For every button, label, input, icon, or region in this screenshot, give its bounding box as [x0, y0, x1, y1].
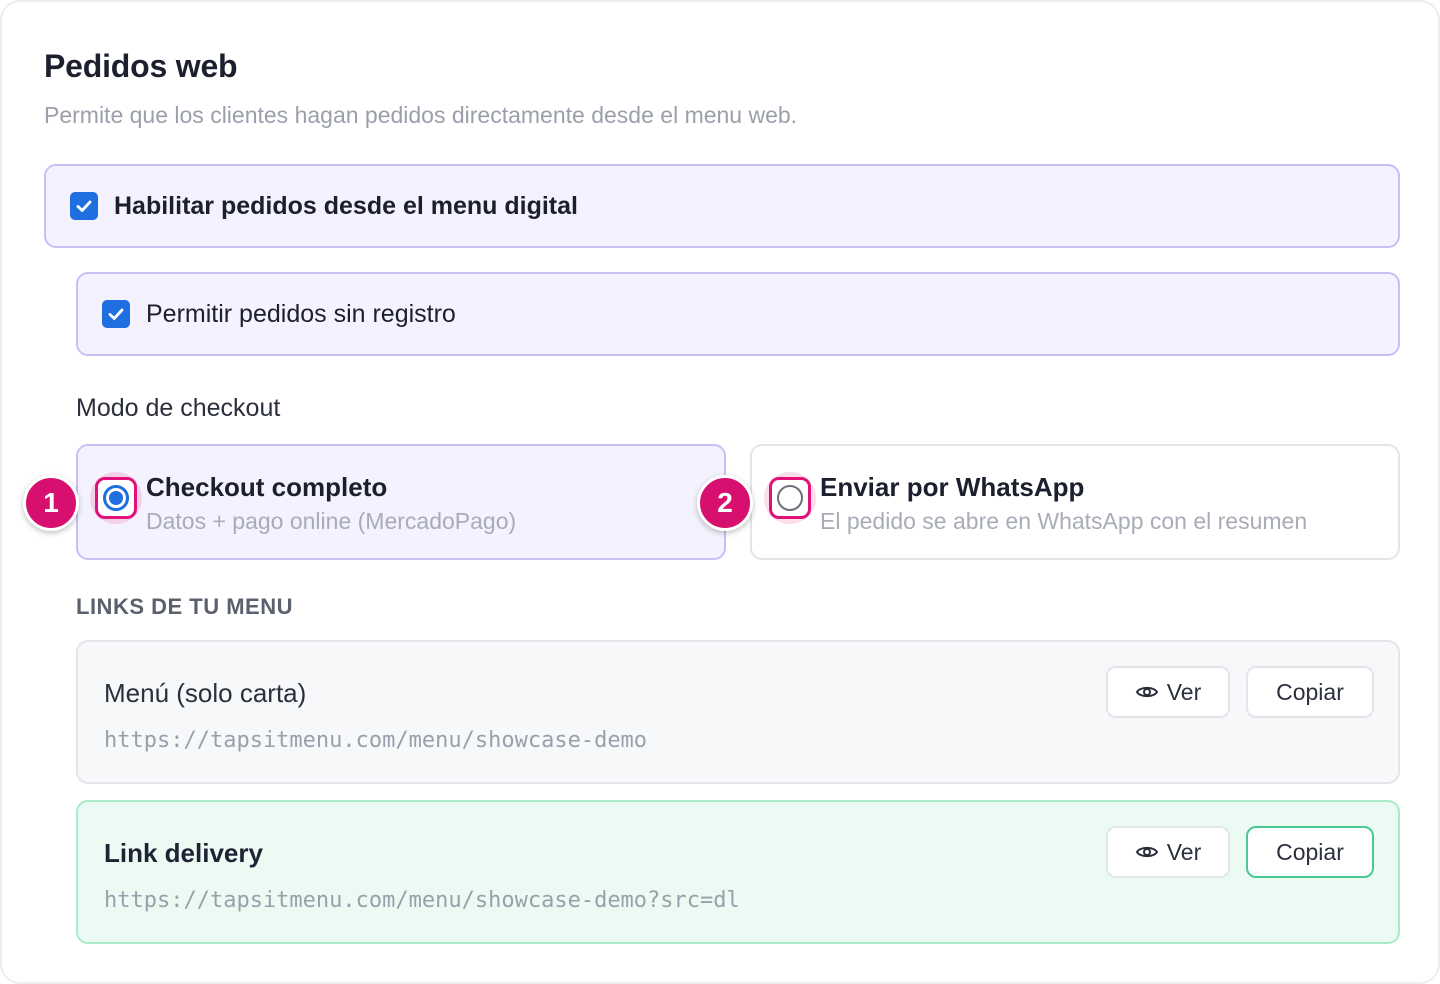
radio-highlight	[90, 472, 142, 524]
view-menu-button[interactable]: Ver	[1106, 666, 1230, 718]
copy-delivery-button[interactable]: Copiar	[1246, 826, 1374, 878]
delivery-link-card: Link delivery https://tapsitmenu.com/men…	[76, 800, 1400, 944]
view-button-label: Ver	[1166, 678, 1202, 705]
enable-orders-option[interactable]: Habilitar pedidos desde el menu digital	[44, 164, 1400, 248]
delivery-link-url: https://tapsitmenu.com/menu/showcase-dem…	[104, 888, 740, 913]
checkout-full-title: Checkout completo	[146, 472, 388, 502]
checkmark-icon	[108, 308, 124, 320]
menu-link-url: https://tapsitmenu.com/menu/showcase-dem…	[104, 728, 648, 753]
guest-orders-checkbox[interactable]	[102, 300, 130, 328]
menu-link-name: Menú (solo carta)	[104, 678, 307, 708]
checkout-whatsapp-description: El pedido se abre en WhatsApp con el res…	[820, 508, 1308, 534]
guest-orders-label: Permitir pedidos sin registro	[146, 299, 456, 328]
radio-highlight	[764, 472, 816, 524]
page-title: Pedidos web	[44, 48, 238, 84]
enable-orders-checkbox[interactable]	[70, 192, 98, 220]
view-button-label: Ver	[1166, 838, 1202, 865]
guest-orders-option[interactable]: Permitir pedidos sin registro	[76, 272, 1400, 356]
checkout-full-description: Datos + pago online (MercadoPago)	[146, 508, 517, 534]
checkmark-icon	[76, 200, 92, 212]
page-subtitle: Permite que los clientes hagan pedidos d…	[44, 102, 798, 128]
checkout-mode-whatsapp[interactable]: Enviar por WhatsApp El pedido se abre en…	[750, 444, 1400, 560]
step-badge-2: 2	[697, 475, 753, 531]
checkout-mode-full[interactable]: Checkout completo Datos + pago online (M…	[76, 444, 726, 560]
delivery-link-name: Link delivery	[104, 838, 263, 868]
checkout-full-radio[interactable]	[103, 485, 129, 511]
step-badge-1: 1	[23, 475, 79, 531]
links-section-label: LINKS DE TU MENU	[76, 594, 293, 619]
copy-menu-button[interactable]: Copiar	[1246, 666, 1374, 718]
enable-orders-label: Habilitar pedidos desde el menu digital	[114, 191, 578, 220]
radio-focus-ring	[95, 477, 137, 519]
radio-focus-ring	[769, 477, 811, 519]
checkout-whatsapp-title: Enviar por WhatsApp	[820, 472, 1085, 502]
view-delivery-button[interactable]: Ver	[1106, 826, 1230, 878]
menu-link-card: Menú (solo carta) https://tapsitmenu.com…	[76, 640, 1400, 784]
web-orders-panel: Pedidos web Permite que los clientes hag…	[0, 0, 1440, 984]
checkout-mode-label: Modo de checkout	[76, 394, 281, 422]
eye-icon	[1135, 846, 1158, 858]
eye-icon	[1135, 686, 1158, 698]
checkout-whatsapp-radio[interactable]	[777, 485, 803, 511]
